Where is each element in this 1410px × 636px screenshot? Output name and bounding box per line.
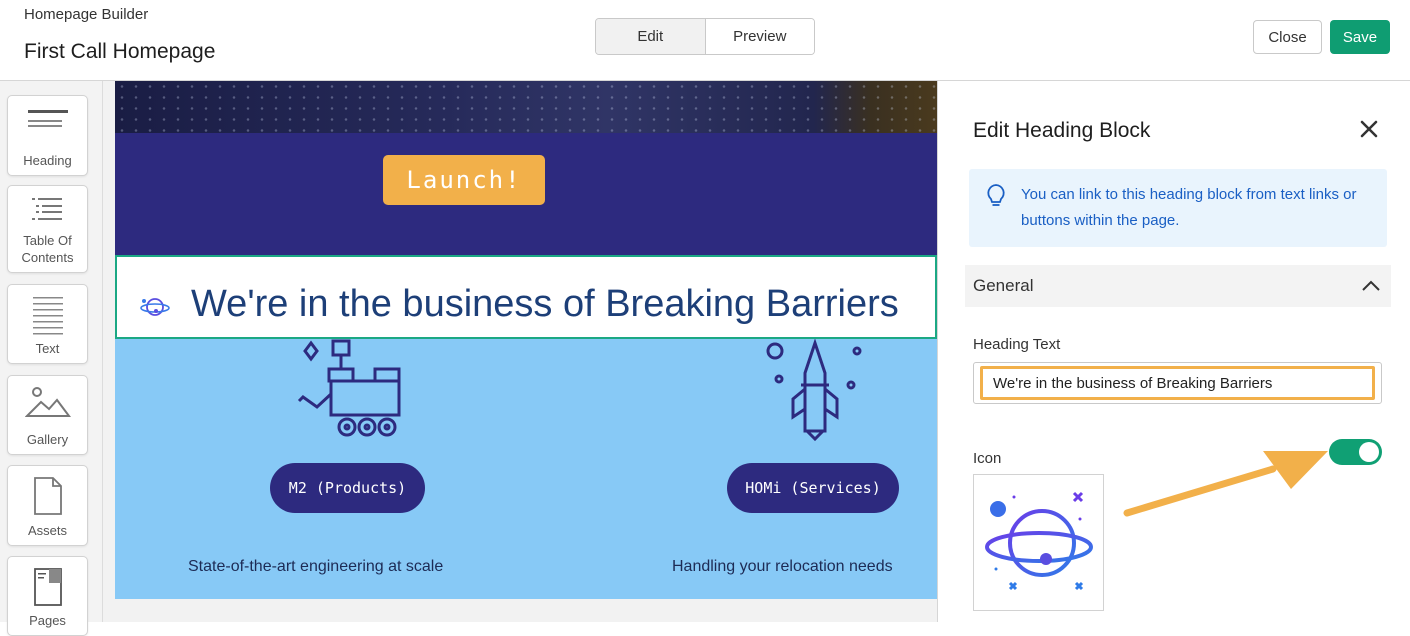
info-text: You can link to this heading block from …	[1021, 186, 1357, 229]
heading-text-field-wrapper	[973, 362, 1382, 404]
rocket-icon	[765, 338, 865, 446]
tool-text[interactable]: Text	[7, 284, 88, 364]
services-caption: Handling your relocation needs	[672, 558, 893, 575]
mode-toggle: Edit Preview	[595, 18, 815, 55]
tool-label: Text	[35, 341, 60, 356]
tool-pages[interactable]: Pages	[7, 556, 88, 636]
preview-mode-button[interactable]: Preview	[705, 19, 814, 54]
table-of-contents-icon	[8, 196, 87, 226]
heading-icon	[8, 106, 87, 130]
tool-label: Pages	[29, 613, 66, 628]
edit-panel: Edit Heading Block You can link to this …	[937, 81, 1410, 622]
save-button[interactable]: Save	[1330, 20, 1390, 54]
panel-title: Edit Heading Block	[973, 119, 1151, 142]
close-icon[interactable]	[1357, 117, 1381, 141]
rover-icon	[295, 339, 405, 444]
heading-text-input[interactable]	[980, 366, 1375, 400]
tool-table-of-contents[interactable]: Table Of Contents	[7, 185, 88, 273]
planet-icon	[139, 293, 171, 326]
chevron-up-icon[interactable]	[1361, 279, 1381, 297]
block-toolbox: Heading Table Of Contents Text Gallery A…	[0, 81, 103, 636]
tool-gallery[interactable]: Gallery	[7, 375, 88, 455]
file-icon	[8, 476, 87, 516]
info-callout: You can link to this heading block from …	[969, 169, 1387, 247]
heading-text: We're in the business of Breaking Barrie…	[191, 283, 899, 325]
services-button[interactable]: HOMi (Services)	[727, 463, 899, 513]
app-name: Homepage Builder	[24, 6, 149, 23]
page-title: First Call Homepage	[24, 40, 216, 63]
gallery-icon	[8, 386, 87, 420]
tool-label: Heading	[23, 153, 72, 168]
heading-text-label: Heading Text	[973, 336, 1061, 353]
services-section: M2 (Products) HOMi (Services) State-of-t…	[115, 338, 937, 599]
icon-toggle[interactable]	[1329, 439, 1382, 465]
page-canvas: Launch! We're in the business of Breakin…	[103, 81, 937, 622]
products-caption: State-of-the-art engineering at scale	[188, 558, 444, 575]
text-icon	[8, 295, 87, 335]
selected-heading-block[interactable]: We're in the business of Breaking Barrie…	[115, 255, 937, 339]
section-title: General	[973, 276, 1034, 295]
launch-section[interactable]: Launch!	[115, 133, 937, 256]
lightbulb-icon	[985, 183, 1007, 214]
hero-image[interactable]	[115, 81, 937, 133]
tool-label: Table Of Contents	[21, 233, 74, 265]
annotation-arrow-icon	[1123, 441, 1333, 526]
tool-assets[interactable]: Assets	[7, 465, 88, 546]
icon-label: Icon	[973, 450, 1002, 467]
tool-label: Assets	[27, 523, 67, 538]
edit-mode-button[interactable]: Edit	[596, 19, 706, 54]
launch-button[interactable]: Launch!	[383, 155, 545, 205]
close-button[interactable]: Close	[1253, 20, 1322, 54]
general-section-header[interactable]: General	[965, 265, 1391, 307]
pages-icon	[8, 567, 87, 607]
products-button[interactable]: M2 (Products)	[270, 463, 425, 513]
top-header: Homepage Builder First Call Homepage Edi…	[0, 0, 1410, 81]
planet-icon	[984, 489, 1094, 602]
tool-label: Gallery	[26, 432, 69, 447]
tool-heading[interactable]: Heading	[7, 95, 88, 176]
icon-preview[interactable]	[973, 474, 1104, 611]
